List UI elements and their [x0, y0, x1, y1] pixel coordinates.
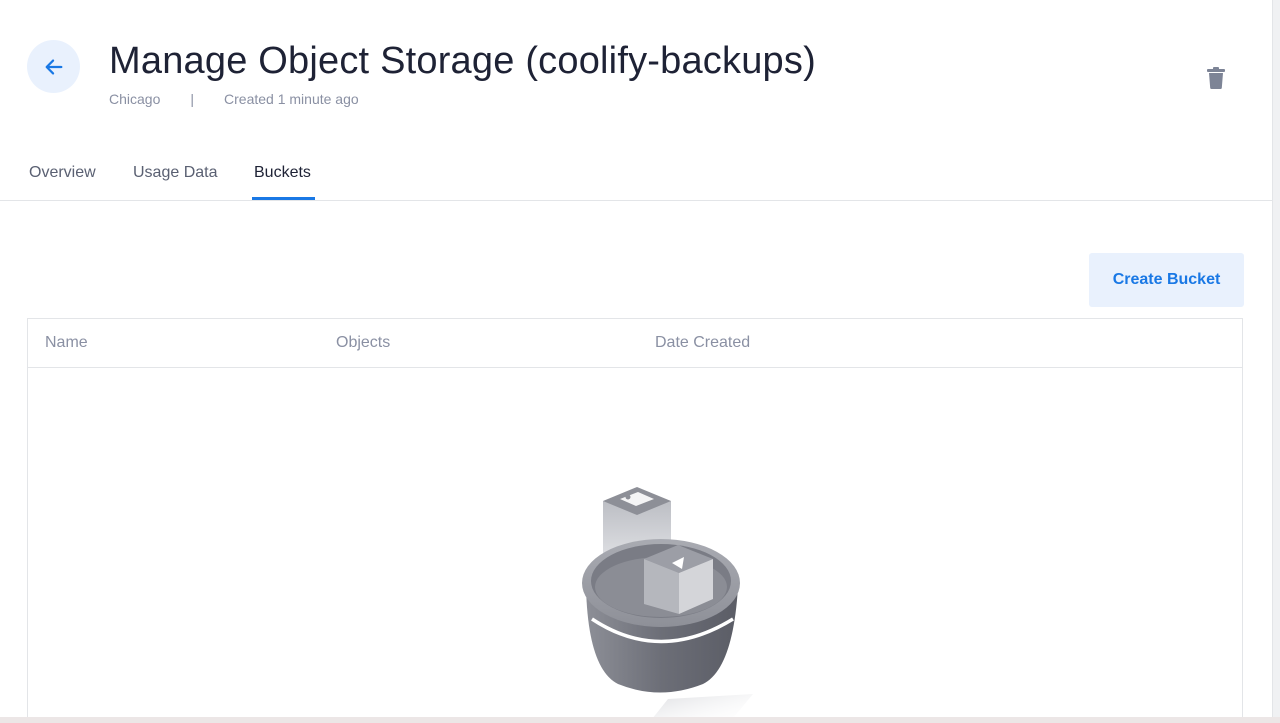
tab-bar: Overview Usage Data Buckets: [0, 150, 1273, 201]
create-bucket-button[interactable]: Create Bucket: [1089, 253, 1244, 307]
tab-overview[interactable]: Overview: [29, 164, 96, 182]
buckets-table: Name Objects Date Created: [27, 318, 1243, 723]
taskbar-edge: [0, 717, 1280, 723]
page-subtitle: Chicago | Created 1 minute ago: [109, 91, 359, 107]
empty-state-illustration: [548, 479, 778, 723]
subtitle-separator: |: [190, 91, 195, 107]
scrollbar-track[interactable]: [1272, 0, 1280, 723]
created-label: Created 1 minute ago: [224, 91, 359, 107]
trash-icon: [1207, 67, 1225, 89]
active-tab-indicator: [252, 197, 315, 200]
arrow-left-icon: [45, 58, 62, 75]
delete-button[interactable]: [1203, 64, 1229, 92]
column-header-name[interactable]: Name: [45, 334, 88, 352]
location-label: Chicago: [109, 91, 161, 107]
bucket-illustration: [582, 487, 753, 723]
column-header-date-created[interactable]: Date Created: [655, 334, 750, 352]
tab-usage-data[interactable]: Usage Data: [133, 164, 218, 182]
column-header-objects[interactable]: Objects: [336, 334, 390, 352]
page-title: Manage Object Storage (coolify-backups): [109, 40, 816, 82]
table-header: Name Objects Date Created: [28, 319, 1242, 368]
back-button[interactable]: [27, 40, 80, 93]
object-storage-page: Manage Object Storage (coolify-backups) …: [0, 0, 1280, 723]
tab-buckets[interactable]: Buckets: [254, 164, 311, 182]
